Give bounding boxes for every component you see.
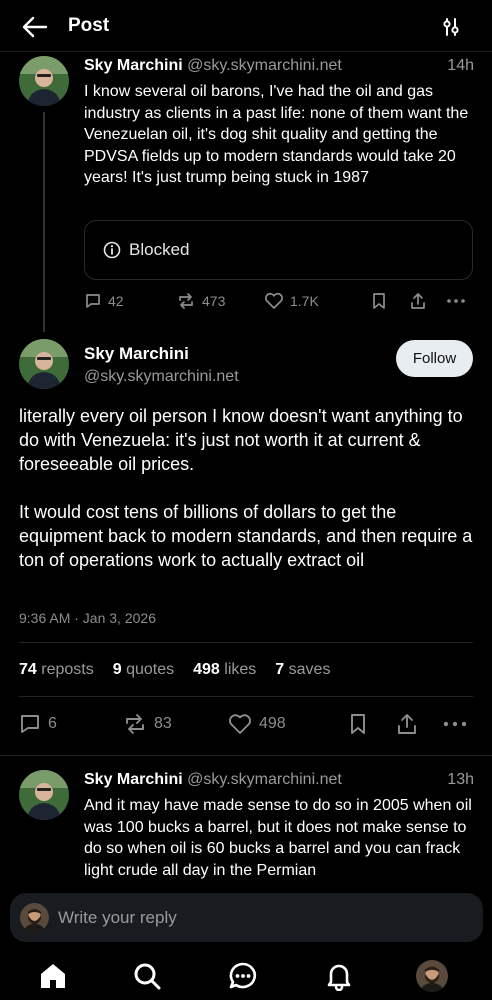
saves-stat[interactable]: 7 saves — [275, 661, 330, 679]
reply-composer[interactable] — [10, 893, 483, 942]
reply-input[interactable] — [58, 893, 468, 942]
parent-like-count: 1.7K — [290, 293, 319, 309]
parent-reply-count: 42 — [108, 293, 124, 309]
nav-home[interactable] — [36, 959, 70, 993]
bookmark-icon — [351, 714, 365, 734]
home-icon — [41, 964, 65, 988]
heart-icon — [265, 292, 283, 309]
parent-repost-count: 473 — [202, 293, 226, 309]
parent-share-button[interactable] — [409, 292, 427, 310]
bottom-navigation — [0, 950, 492, 1000]
likes-stat[interactable]: 498 likes — [193, 661, 256, 679]
top-bar: Post — [0, 0, 492, 52]
blocked-quote-card: Blocked — [84, 220, 473, 280]
parent-post-actions: 42 473 1.7K — [84, 292, 474, 316]
parent-post-header: Sky Marchini @sky.skymarchini.net 14h — [84, 57, 474, 75]
divider — [19, 696, 473, 697]
blocked-label: Blocked — [129, 240, 190, 259]
main-more-button[interactable] — [443, 713, 467, 735]
quotes-stat[interactable]: 9 quotes — [113, 661, 174, 679]
profile-avatar — [416, 960, 448, 992]
nav-search[interactable] — [130, 959, 164, 993]
bookmark-icon — [373, 293, 385, 309]
follow-button[interactable]: Follow — [396, 340, 473, 377]
main-like-button[interactable]: 498 — [228, 713, 286, 735]
arrow-left-icon — [22, 16, 48, 38]
main-repost-button[interactable]: 83 — [123, 713, 172, 735]
repost-icon — [126, 714, 144, 734]
parent-author-name[interactable]: Sky Marchini — [84, 57, 183, 74]
reply-icon — [21, 715, 39, 733]
parent-author-handle[interactable]: @sky.skymarchini.net — [187, 57, 342, 74]
parent-post-time: 14h — [447, 57, 474, 74]
divider — [19, 642, 473, 643]
main-like-count: 498 — [259, 715, 286, 732]
divider — [0, 755, 492, 756]
parent-like-button[interactable]: 1.7K — [264, 292, 319, 310]
nav-profile[interactable] — [415, 959, 449, 993]
sliders-icon — [443, 18, 459, 36]
main-author-handle[interactable]: @sky.skymarchini.net — [84, 368, 239, 386]
chat-icon — [229, 962, 257, 989]
more-horizontal-icon — [443, 721, 467, 727]
parent-post-text: I know several oil barons, I've had the … — [84, 83, 469, 186]
main-author-name[interactable]: Sky Marchini — [84, 344, 189, 364]
back-button[interactable] — [20, 12, 50, 42]
main-bookmark-button[interactable] — [348, 713, 368, 735]
parent-reply-button[interactable]: 42 — [84, 292, 124, 310]
parent-more-button[interactable] — [446, 292, 466, 310]
more-horizontal-icon — [447, 299, 465, 303]
reply-post-time: 13h — [447, 771, 474, 788]
reposts-stat[interactable]: 74 reposts — [19, 661, 94, 679]
bell-icon — [327, 964, 351, 991]
reply-icon — [86, 294, 100, 308]
nav-chat[interactable] — [226, 959, 260, 993]
repost-icon — [179, 293, 193, 309]
reply-post-avatar[interactable] — [19, 770, 69, 820]
search-icon — [134, 963, 161, 990]
reply-post-text: And it may have made sense to do so in 2… — [84, 797, 472, 879]
main-repost-count: 83 — [154, 715, 172, 732]
share-icon — [398, 714, 416, 734]
engagement-stats: 74 reposts 9 quotes 498 likes 7 saves — [19, 661, 330, 679]
main-post-date: 9:36 AM · Jan 3, 2026 — [19, 610, 156, 626]
parent-repost-button[interactable]: 473 — [176, 292, 225, 310]
page-title: Post — [68, 15, 110, 36]
reply-author-name[interactable]: Sky Marchini — [84, 771, 183, 788]
main-post-actions: 6 83 498 — [19, 713, 473, 739]
share-icon — [411, 293, 425, 309]
reply-author-handle[interactable]: @sky.skymarchini.net — [187, 771, 342, 788]
main-post-text: literally every oil person I know doesn'… — [19, 406, 473, 570]
main-reply-button[interactable]: 6 — [19, 713, 57, 735]
info-icon — [103, 241, 121, 259]
main-reply-count: 6 — [48, 715, 57, 732]
parent-post-avatar[interactable] — [19, 56, 69, 106]
thread-settings-button[interactable] — [436, 12, 466, 42]
reply-post-header: Sky Marchini @sky.skymarchini.net 13h — [84, 771, 474, 789]
composer-avatar — [20, 903, 49, 932]
nav-notifications[interactable] — [322, 959, 356, 993]
heart-icon — [229, 714, 251, 734]
main-share-button[interactable] — [396, 713, 418, 735]
parent-bookmark-button[interactable] — [371, 292, 387, 310]
thread-connector — [43, 112, 45, 332]
main-post-avatar[interactable] — [19, 339, 69, 389]
